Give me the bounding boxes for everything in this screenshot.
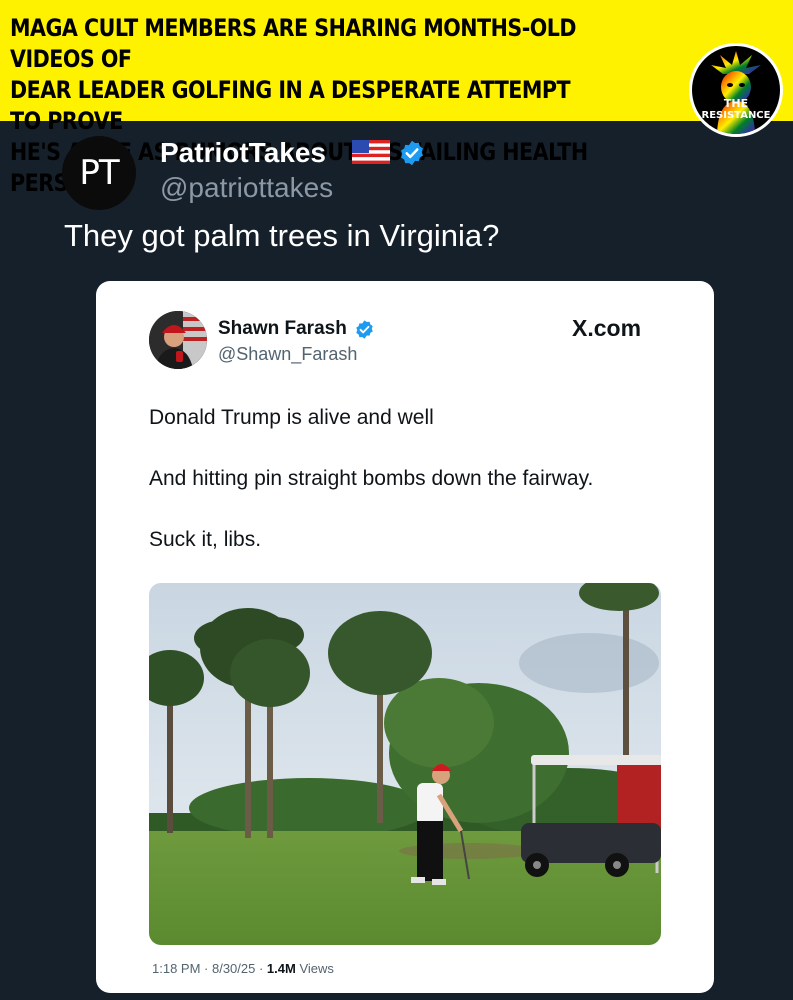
quoted-tweet-line-3: Suck it, libs. <box>149 528 262 551</box>
quoted-tweet-line-1: Donald Trump is alive and well <box>149 406 434 429</box>
tweet-time: 1:18 PM <box>152 961 201 976</box>
verified-badge-icon <box>354 319 375 345</box>
patriottakes-avatar[interactable]: PT <box>62 136 136 210</box>
quoted-tweet-card[interactable]: Shawn Farash @Shawn_Farash X.com Donald … <box>96 281 714 993</box>
golf-video-thumbnail[interactable] <box>149 583 661 945</box>
verified-badge-icon <box>398 139 426 172</box>
author-name[interactable]: PatriotTakes <box>160 137 326 169</box>
logo-text-resistance: RESISTANCE <box>701 110 771 121</box>
logo-text-the: THE <box>723 97 749 110</box>
avatar-initials: PT <box>79 153 119 193</box>
author-handle[interactable]: @patriottakes <box>160 172 333 204</box>
headline-banner: MAGA CULT MEMBERS ARE SHARING MONTHS-OLD… <box>0 0 793 197</box>
quoted-author-handle[interactable]: @Shawn_Farash <box>218 344 357 365</box>
views-count: 1.4M <box>266 961 296 976</box>
statue-of-liberty-icon <box>711 51 761 134</box>
us-flag-icon <box>352 140 390 169</box>
x-com-logo[interactable]: X.com <box>572 315 641 342</box>
resistance-logo: THE RESISTANCE <box>689 43 783 137</box>
quoted-author-avatar[interactable] <box>149 311 207 369</box>
tweet-metadata: 1:18 PM · 8/30/25 · 1.4M Views <box>152 961 334 976</box>
tweet-date: 8/30/25 <box>211 961 256 976</box>
views-label: Views <box>299 961 334 976</box>
quoted-tweet-line-2: And hitting pin straight bombs down the … <box>149 467 594 490</box>
quoted-author-name[interactable]: Shawn Farash <box>218 318 347 340</box>
post-text: They got palm trees in Virginia? <box>64 218 500 253</box>
